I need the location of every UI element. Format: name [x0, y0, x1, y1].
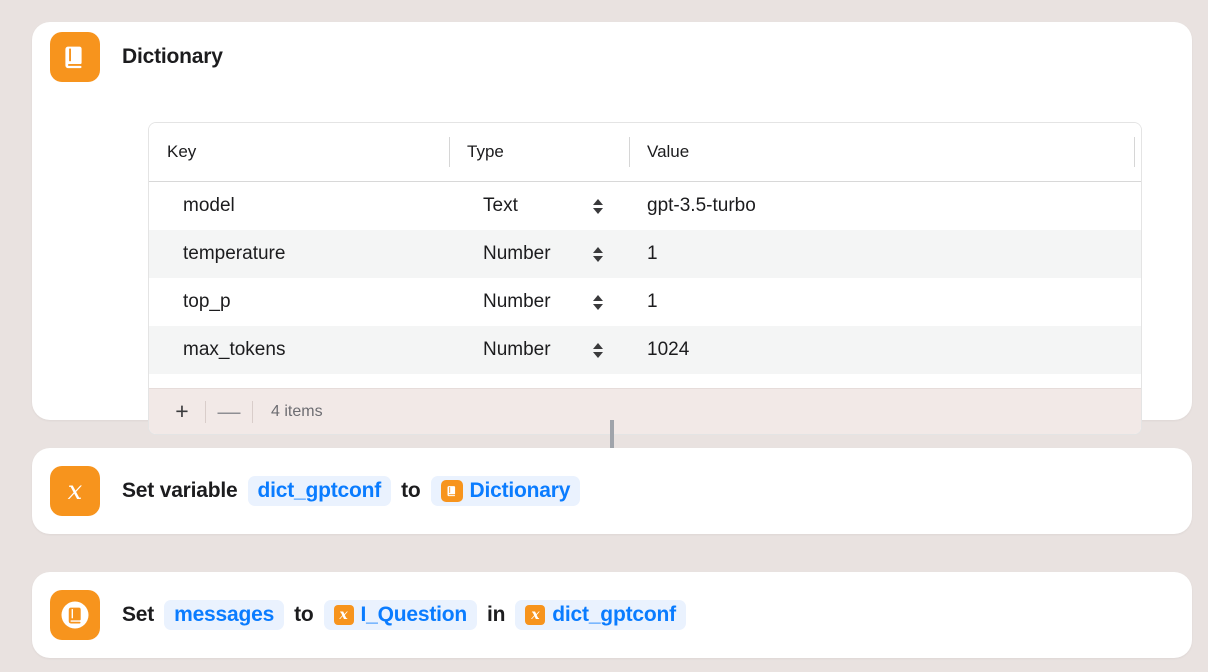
cell-key[interactable]: max_tokens — [149, 326, 449, 374]
table-row[interactable]: top_p Number 1 — [149, 278, 1141, 326]
column-header-key[interactable]: Key — [149, 123, 449, 181]
variable-x-icon: x — [50, 466, 100, 516]
variable-name-pill[interactable]: dict_gptconf — [247, 476, 392, 506]
cell-key[interactable]: top_p — [149, 278, 449, 326]
item-count-label: 4 items — [271, 402, 323, 420]
header-divider — [1134, 137, 1135, 167]
table-header-row: Key Type Value — [149, 123, 1141, 182]
table-row[interactable]: temperature Number 1 — [149, 230, 1141, 278]
dictionary-card-header: Dictionary — [32, 22, 1192, 92]
set-variable-action-card[interactable]: x Set variable dict_gptconf to Dictionar… — [32, 448, 1192, 534]
target-dictionary-label: dict_gptconf — [552, 603, 676, 626]
variable-value-label: Dictionary — [469, 479, 571, 502]
cell-key[interactable]: temperature — [149, 230, 449, 278]
to-label: to — [294, 603, 314, 626]
add-item-button[interactable]: + — [165, 400, 199, 423]
shortcuts-editor-canvas: Dictionary Key Type Value model Text gpt… — [0, 0, 1208, 672]
table-footer: + — 4 items — [149, 388, 1141, 434]
dictionary-key-label: messages — [174, 603, 275, 626]
action-connector-line — [610, 420, 614, 448]
dictionary-action-card[interactable]: Dictionary Key Type Value model Text gpt… — [32, 22, 1192, 435]
cell-type-label: Text — [483, 195, 518, 216]
dictionary-value-label: I_Question — [360, 603, 468, 626]
set-dictionary-value-row: Set messages to x I_Question in x dict_g… — [32, 572, 1192, 658]
set-variable-row: x Set variable dict_gptconf to Dictionar… — [32, 448, 1192, 534]
cell-value[interactable]: 1024 — [629, 326, 1141, 374]
variable-x-icon: x — [333, 605, 354, 625]
dictionary-key-pill[interactable]: messages — [164, 600, 285, 630]
column-header-type[interactable]: Type — [449, 123, 629, 181]
remove-item-button[interactable]: — — [212, 400, 246, 423]
set-label: Set — [122, 603, 155, 626]
set-dictionary-value-action-card[interactable]: Set messages to x I_Question in x dict_g… — [32, 572, 1192, 658]
chevron-updown-icon[interactable] — [593, 246, 603, 262]
variable-value-pill[interactable]: Dictionary — [430, 476, 581, 506]
header-divider — [629, 137, 630, 167]
dictionary-value-pill[interactable]: x I_Question — [323, 600, 478, 630]
table-row[interactable]: model Text gpt-3.5-turbo — [149, 182, 1141, 230]
cell-type-label: Number — [483, 291, 551, 312]
table-empty-strip — [149, 374, 1141, 388]
cell-type[interactable]: Text — [449, 182, 629, 230]
target-dictionary-pill[interactable]: x dict_gptconf — [515, 600, 686, 630]
column-header-value[interactable]: Value — [629, 123, 1141, 181]
variable-x-icon: x — [525, 605, 546, 625]
footer-divider — [205, 400, 206, 423]
variable-name-label: dict_gptconf — [257, 479, 382, 502]
cell-value[interactable]: 1 — [629, 278, 1141, 326]
dictionary-book-icon — [50, 32, 100, 82]
footer-divider — [252, 400, 253, 423]
chevron-updown-icon[interactable] — [593, 294, 603, 310]
set-variable-text: Set variable dict_gptconf to Dictionary — [122, 476, 590, 506]
cell-type[interactable]: Number — [449, 326, 629, 374]
page-title: Dictionary — [122, 45, 223, 68]
header-divider — [449, 137, 450, 167]
cell-key[interactable]: model — [149, 182, 449, 230]
set-dictionary-value-text: Set messages to x I_Question in x dict_g… — [122, 600, 696, 630]
dictionary-table[interactable]: Key Type Value model Text gpt-3.5-turbo — [148, 122, 1142, 435]
chevron-updown-icon[interactable] — [593, 198, 603, 214]
in-label: in — [487, 603, 506, 626]
chevron-updown-icon[interactable] — [593, 342, 603, 358]
cell-type[interactable]: Number — [449, 230, 629, 278]
cell-type[interactable]: Number — [449, 278, 629, 326]
table-row[interactable]: max_tokens Number 1024 — [149, 326, 1141, 374]
cell-type-label: Number — [483, 339, 551, 360]
set-variable-label: Set variable — [122, 479, 238, 502]
cell-type-label: Number — [483, 243, 551, 264]
dictionary-book-circle-icon — [50, 590, 100, 640]
cell-value[interactable]: gpt-3.5-turbo — [629, 182, 1141, 230]
cell-value[interactable]: 1 — [629, 230, 1141, 278]
to-label: to — [401, 479, 421, 502]
dictionary-book-icon — [440, 480, 463, 502]
